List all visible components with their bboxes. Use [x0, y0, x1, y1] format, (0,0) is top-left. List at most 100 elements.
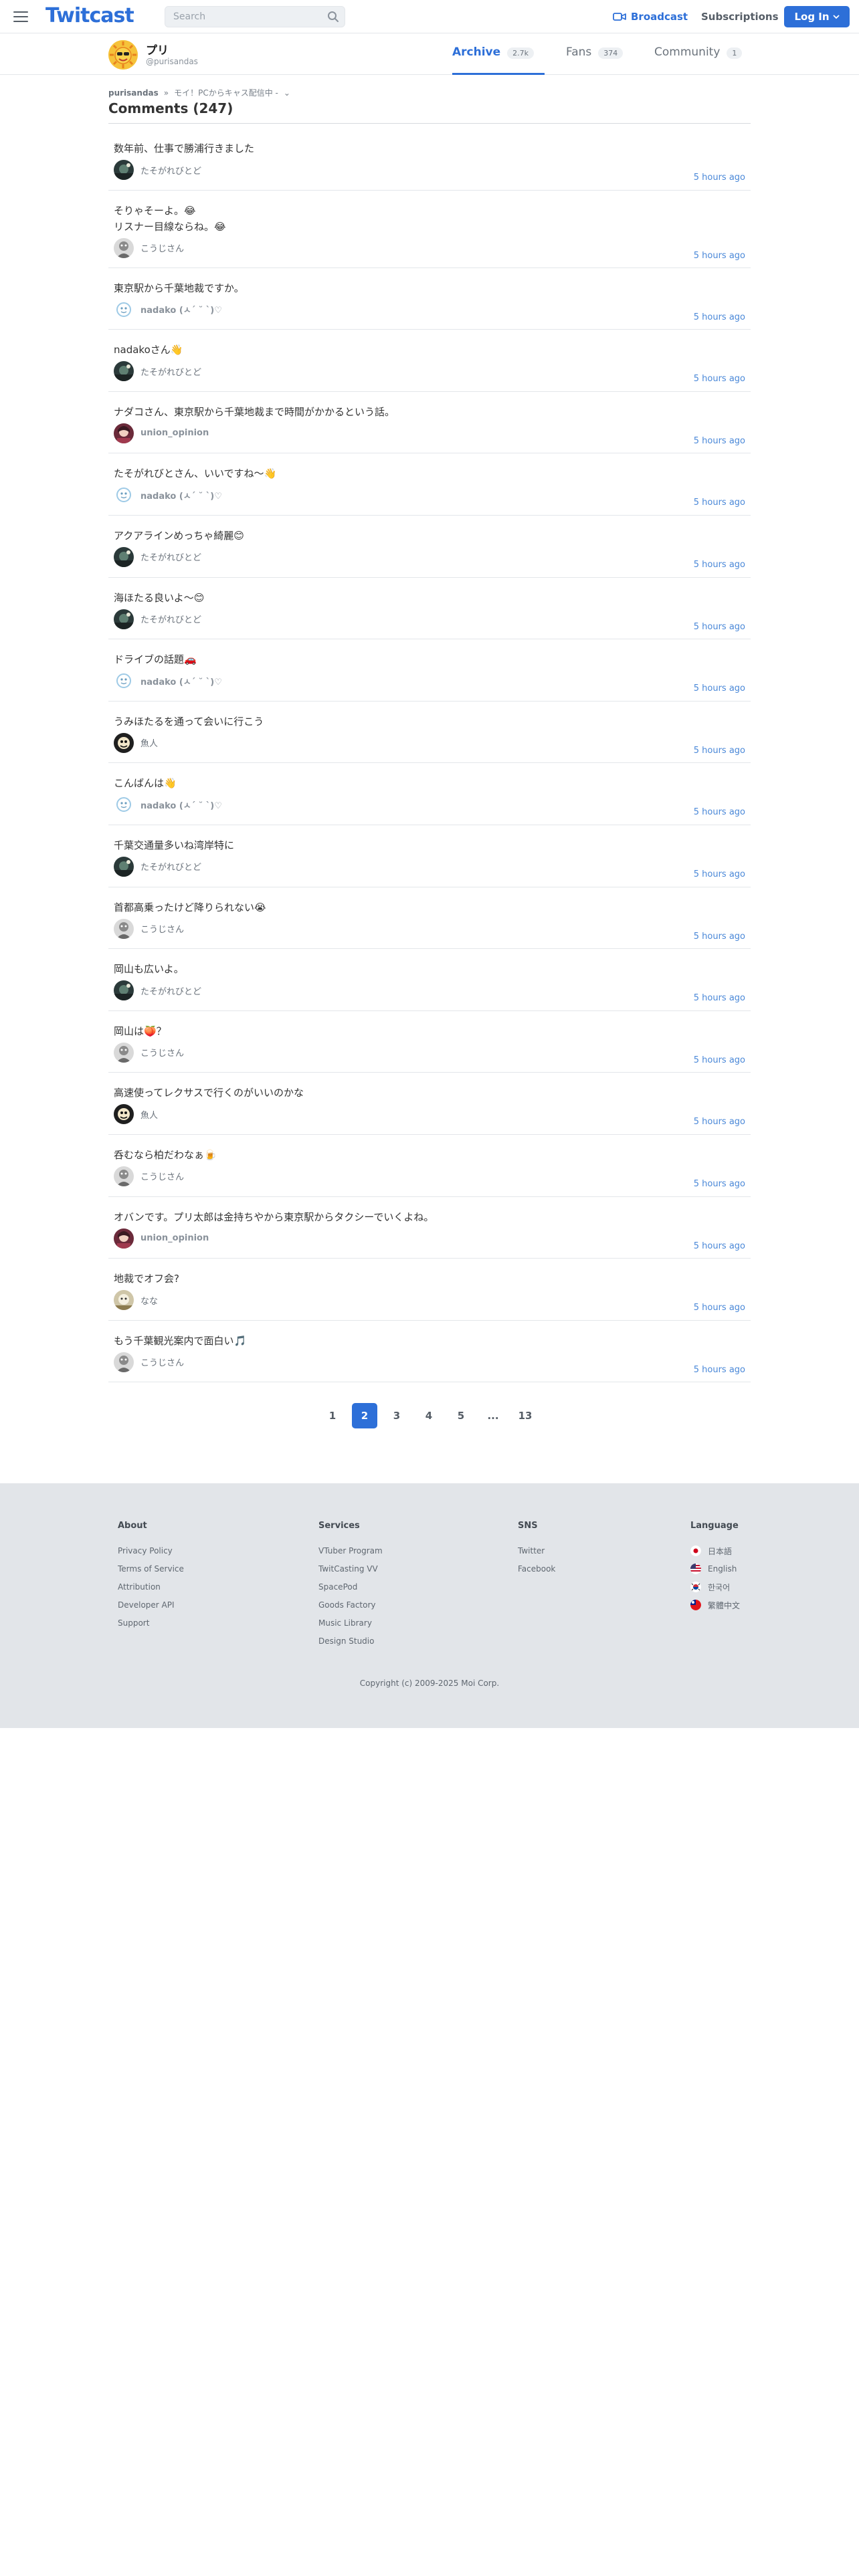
footer-link-twitter[interactable]: Twitter: [518, 1545, 555, 1556]
comment-timestamp[interactable]: 5 hours ago: [694, 1055, 745, 1065]
footer-link-terms[interactable]: Terms of Service: [118, 1564, 184, 1574]
commenter-avatar[interactable]: [114, 732, 134, 753]
tab-archive[interactable]: Archive 2.7k: [452, 45, 545, 75]
footer-link-attribution[interactable]: Attribution: [118, 1582, 184, 1592]
comment-author[interactable]: たそがれびとど: [114, 980, 201, 1001]
commenter-avatar[interactable]: [114, 794, 134, 815]
comment-author[interactable]: こうじさん: [114, 1166, 184, 1187]
site-logo[interactable]: Twitcast: [45, 4, 134, 28]
comment-timestamp[interactable]: 5 hours ago: [694, 993, 745, 1003]
commenter-avatar[interactable]: [114, 1104, 134, 1125]
search-box[interactable]: [165, 6, 345, 27]
commenter-avatar[interactable]: [114, 423, 134, 443]
commenter-avatar[interactable]: [114, 485, 134, 506]
commenter-avatar[interactable]: [114, 546, 134, 567]
comment-author[interactable]: nadako (ㅅ´ ˘ `)♡: [114, 794, 222, 815]
comment-timestamp[interactable]: 5 hours ago: [694, 374, 745, 384]
comment-timestamp[interactable]: 5 hours ago: [694, 1117, 745, 1127]
page-button[interactable]: 3: [384, 1403, 409, 1428]
breadcrumb-user-link[interactable]: purisandas: [108, 88, 159, 98]
comment-timestamp[interactable]: 5 hours ago: [694, 932, 745, 942]
user-avatar[interactable]: [108, 40, 138, 70]
comment-timestamp[interactable]: 5 hours ago: [694, 436, 745, 446]
commenter-avatar[interactable]: [114, 609, 134, 629]
commenter-avatar[interactable]: [114, 1228, 134, 1249]
commenter-name[interactable]: nadako (ㅅ´ ˘ `)♡: [140, 489, 222, 502]
commenter-name[interactable]: nadako (ㅅ´ ˘ `)♡: [140, 303, 222, 316]
commenter-avatar[interactable]: [114, 671, 134, 691]
commenter-name[interactable]: たそがれびとど: [140, 550, 201, 563]
footer-link-support[interactable]: Support: [118, 1618, 184, 1628]
comment-author[interactable]: 魚人: [114, 1103, 158, 1125]
comment-author[interactable]: たそがれびとど: [114, 856, 201, 877]
comment-author[interactable]: こうじさん: [114, 918, 184, 940]
comment-author[interactable]: nadako (ㅅ´ ˘ `)♡: [114, 670, 222, 691]
commenter-name[interactable]: こうじさん: [140, 1046, 184, 1059]
commenter-name[interactable]: union_opinion: [140, 1233, 209, 1243]
comment-author[interactable]: 魚人: [114, 732, 158, 754]
comment-author[interactable]: こうじさん: [114, 1042, 184, 1063]
language-option-english[interactable]: English: [690, 1564, 740, 1574]
commenter-name[interactable]: nadako (ㅅ´ ˘ `)♡: [140, 675, 222, 687]
commenter-avatar[interactable]: [114, 361, 134, 382]
footer-link-music-library[interactable]: Music Library: [318, 1618, 383, 1628]
commenter-name[interactable]: 魚人: [140, 1108, 158, 1121]
commenter-avatar[interactable]: [114, 980, 134, 1001]
menu-icon[interactable]: [13, 8, 31, 25]
commenter-avatar[interactable]: [114, 1352, 134, 1372]
comment-author[interactable]: たそがれびとど: [114, 360, 201, 382]
comment-timestamp[interactable]: 5 hours ago: [694, 251, 745, 261]
language-option-korean[interactable]: 한국어: [690, 1582, 740, 1592]
commenter-avatar[interactable]: [114, 299, 134, 320]
commenter-avatar[interactable]: [114, 856, 134, 877]
comment-timestamp[interactable]: 5 hours ago: [694, 683, 745, 693]
commenter-name[interactable]: たそがれびとど: [140, 365, 201, 378]
comment-author[interactable]: nadako (ㅅ´ ˘ `)♡: [114, 484, 222, 506]
comment-timestamp[interactable]: 5 hours ago: [694, 807, 745, 817]
comment-author[interactable]: こうじさん: [114, 1352, 184, 1373]
comment-author[interactable]: nadako (ㅅ´ ˘ `)♡: [114, 299, 222, 320]
breadcrumb-movie-link[interactable]: モイ！PCからキャス配信中 -: [174, 87, 278, 98]
comment-timestamp[interactable]: 5 hours ago: [694, 622, 745, 632]
comment-author[interactable]: たそがれびとど: [114, 609, 201, 630]
footer-link-vtuber[interactable]: VTuber Program: [318, 1545, 383, 1556]
commenter-name[interactable]: たそがれびとど: [140, 984, 201, 997]
comment-timestamp[interactable]: 5 hours ago: [694, 869, 745, 879]
comment-timestamp[interactable]: 5 hours ago: [694, 173, 745, 183]
footer-link-developer-api[interactable]: Developer API: [118, 1600, 184, 1610]
footer-link-goods-factory[interactable]: Goods Factory: [318, 1600, 383, 1610]
page-button[interactable]: 1: [320, 1403, 345, 1428]
commenter-name[interactable]: 魚人: [140, 736, 158, 749]
commenter-avatar[interactable]: [114, 918, 134, 939]
chevron-down-icon[interactable]: ⌄: [284, 88, 290, 98]
comment-timestamp[interactable]: 5 hours ago: [694, 312, 745, 322]
comment-timestamp[interactable]: 5 hours ago: [694, 498, 745, 508]
commenter-name[interactable]: たそがれびとど: [140, 860, 201, 873]
comment-timestamp[interactable]: 5 hours ago: [694, 1241, 745, 1251]
comment-author[interactable]: union_opinion: [114, 423, 209, 444]
search-icon[interactable]: [327, 11, 339, 23]
footer-link-privacy[interactable]: Privacy Policy: [118, 1545, 184, 1556]
comment-author[interactable]: たそがれびとど: [114, 159, 201, 181]
comment-author[interactable]: union_opinion: [114, 1228, 209, 1249]
comment-author[interactable]: なな: [114, 1289, 158, 1311]
commenter-name[interactable]: たそがれびとど: [140, 613, 201, 625]
login-button[interactable]: Log In: [784, 6, 850, 27]
tab-community[interactable]: Community 1: [654, 45, 743, 75]
page-button[interactable]: 4: [416, 1403, 442, 1428]
footer-link-facebook[interactable]: Facebook: [518, 1564, 555, 1574]
commenter-name[interactable]: なな: [140, 1294, 158, 1307]
comment-timestamp[interactable]: 5 hours ago: [694, 746, 745, 756]
commenter-avatar[interactable]: [114, 237, 134, 258]
footer-link-spacepod[interactable]: SpacePod: [318, 1582, 383, 1592]
commenter-name[interactable]: こうじさん: [140, 241, 184, 254]
page-button[interactable]: 13: [512, 1403, 538, 1428]
commenter-name[interactable]: こうじさん: [140, 1356, 184, 1368]
subscriptions-link[interactable]: Subscriptions: [701, 9, 779, 25]
language-option-japanese[interactable]: 日本語: [690, 1545, 740, 1556]
comment-author[interactable]: たそがれびとど: [114, 546, 201, 568]
commenter-avatar[interactable]: [114, 1290, 134, 1311]
commenter-avatar[interactable]: [114, 1042, 134, 1063]
page-button[interactable]: 2: [352, 1403, 377, 1428]
search-input[interactable]: [165, 7, 312, 27]
